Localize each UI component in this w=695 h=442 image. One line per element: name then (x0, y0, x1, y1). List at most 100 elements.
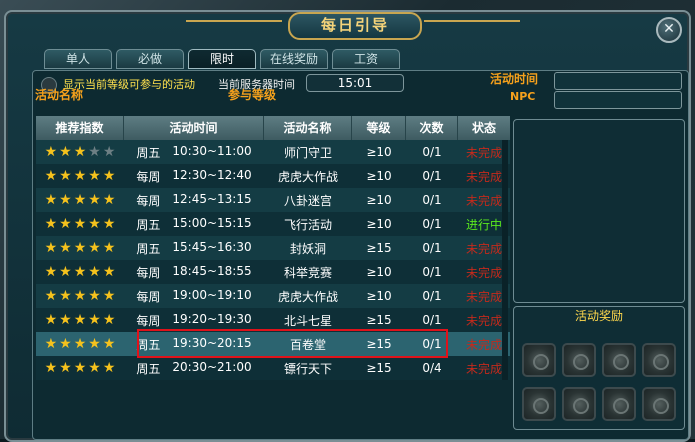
star-icon: ★ (102, 360, 116, 376)
reward-slot[interactable] (642, 387, 676, 421)
reward-slot[interactable] (562, 343, 596, 377)
close-button[interactable]: ✕ (656, 17, 682, 43)
activity-name-cell: 科举竞赛 (283, 265, 332, 280)
level-cell: ≥15 (366, 337, 392, 351)
activity-name-cell: 封妖洞 (289, 241, 326, 256)
time-range-text: 18:45~18:55 (172, 263, 252, 278)
count-cell: 0/1 (422, 289, 442, 303)
recommend-stars: ★ ★ ★ ★ ★ (36, 337, 124, 351)
star-icon: ★ (88, 288, 101, 304)
reward-slot[interactable] (562, 387, 596, 421)
tab-solo[interactable]: 单人 (44, 49, 112, 69)
star-icon: ★ (88, 192, 101, 208)
star-icon: ★ (44, 192, 58, 208)
recommend-stars: ★ ★ ★ ★ ★ (36, 145, 124, 159)
table-row[interactable]: ★ ★ ★ ★ ★ 每周 19:20~19:30 北斗七星 ≥15 0/1 未完成 (36, 308, 510, 332)
tab-limited-time[interactable]: 限时 (188, 49, 256, 69)
title-ornament-left (186, 20, 282, 22)
recommend-stars: ★ ★ ★ ★ ★ (36, 193, 124, 207)
tab-salary[interactable]: 工资 (332, 49, 400, 69)
window-title: 每日引导 (288, 12, 422, 40)
time-cell: 每周 12:45~13:15 (124, 192, 264, 209)
star-icon: ★ (73, 240, 87, 256)
tab-online-rewards[interactable]: 在线奖励 (260, 49, 328, 69)
col-level[interactable]: 等级 (352, 116, 406, 140)
level-cell: ≥10 (366, 289, 392, 303)
day-text: 周五 (136, 217, 161, 232)
reward-title: 活动奖励 (574, 309, 623, 323)
activity-name-cell: 虎虎大作战 (277, 169, 338, 184)
title-ornament-right (424, 20, 520, 22)
tab-required[interactable]: 必做 (116, 49, 184, 69)
star-icon: ★ (102, 192, 116, 208)
table-row[interactable]: ★ ★ ★ ★ ★ 周五 20:30~21:00 镖行天下 ≥15 0/4 未完成 (36, 356, 510, 380)
time-cell: 每周 19:20~19:30 (124, 312, 264, 329)
time-cell: 周五 10:30~11:00 (124, 144, 264, 161)
star-icon: ★ (88, 168, 101, 184)
level-cell: ≥10 (366, 217, 392, 231)
star-icon: ★ (44, 264, 58, 280)
table-row[interactable]: ★ ★ ★ ★ ★ 每周 12:45~13:15 八卦迷宫 ≥10 0/1 未完成 (36, 188, 510, 212)
day-text: 每周 (136, 289, 161, 304)
tab-bar: 单人 必做 限时 在线奖励 工资 (44, 49, 400, 69)
table-header: 推荐指数 活动时间 活动名称 等级 次数 状态 (36, 116, 510, 140)
table-row[interactable]: ★ ★ ★ ★ ★ 每周 18:45~18:55 科举竞赛 ≥10 0/1 未完成 (36, 260, 510, 284)
activity-name-cell: 虎虎大作战 (277, 289, 338, 304)
star-icon: ★ (88, 360, 101, 376)
reward-panel: 活动奖励 (513, 306, 685, 430)
table-row[interactable]: ★ ★ ★ ★ ★ 每周 19:00~19:10 虎虎大作战 ≥10 0/1 未完成 (36, 284, 510, 308)
table-row[interactable]: ★ ★ ★ ★ ★ 周五 10:30~11:00 师门守卫 ≥10 0/1 未完成 (36, 140, 510, 164)
table-row[interactable]: ★ ★ ★ ★ ★ 周五 15:00~15:15 飞行活动 ≥10 0/1 进行中 (36, 212, 510, 236)
level-cell: ≥10 (366, 193, 392, 207)
reward-slot[interactable] (642, 343, 676, 377)
count-cell: 0/1 (422, 217, 442, 231)
day-text: 每周 (136, 193, 161, 208)
npc-label: NPC (510, 90, 536, 103)
recommend-stars: ★ ★ ★ ★ ★ (36, 289, 124, 303)
table-row[interactable]: ★ ★ ★ ★ ★ 周五 15:45~16:30 封妖洞 ≥15 0/1 未完成 (36, 236, 510, 260)
table-row[interactable]: ★ ★ ★ ★ ★ 周五 19:30~20:15 百卷堂 ≥15 0/1 未完成 (36, 332, 510, 356)
star-icon: ★ (59, 240, 72, 256)
reward-slot[interactable] (602, 343, 636, 377)
time-cell: 每周 18:45~18:55 (124, 264, 264, 281)
day-text: 周五 (136, 145, 161, 160)
star-icon: ★ (73, 288, 87, 304)
day-text: 每周 (136, 169, 161, 184)
star-icon: ★ (73, 216, 87, 232)
time-range-text: 12:45~13:15 (172, 191, 252, 206)
server-time-value: 15:01 (306, 74, 404, 92)
star-icon: ★ (44, 360, 58, 376)
star-icon: ★ (44, 168, 58, 184)
recommend-stars: ★ ★ ★ ★ ★ (36, 169, 124, 183)
star-icon: ★ (44, 144, 58, 160)
star-icon: ★ (44, 336, 58, 352)
time-range-text: 19:00~19:10 (172, 287, 252, 302)
col-recommend[interactable]: 推荐指数 (36, 116, 124, 140)
col-count[interactable]: 次数 (406, 116, 458, 140)
reward-slot[interactable] (522, 387, 556, 421)
col-time[interactable]: 活动时间 (124, 116, 264, 140)
reward-slot[interactable] (602, 387, 636, 421)
activity-name-label: 活动名称 (35, 88, 84, 102)
star-icon: ★ (59, 336, 72, 352)
day-text: 周五 (136, 241, 161, 256)
time-range-text: 12:30~12:40 (172, 167, 252, 182)
table-row[interactable]: ★ ★ ★ ★ ★ 每周 12:30~12:40 虎虎大作战 ≥10 0/1 未完成 (36, 164, 510, 188)
count-cell: 0/1 (422, 313, 442, 327)
table-body: ★ ★ ★ ★ ★ 周五 10:30~11:00 师门守卫 ≥10 0/1 未完成 ★ ★ ★ ★ ★ 每周 12… (36, 140, 510, 380)
col-name[interactable]: 活动名称 (264, 116, 352, 140)
time-range-text: 19:20~19:30 (172, 311, 252, 326)
count-cell: 0/4 (422, 361, 442, 375)
star-icon: ★ (102, 144, 116, 160)
star-icon: ★ (73, 360, 87, 376)
table-scrollbar[interactable] (502, 140, 508, 380)
col-status[interactable]: 状态 (458, 116, 510, 140)
star-icon: ★ (73, 144, 87, 160)
activity-name-cell: 师门守卫 (283, 145, 332, 160)
star-icon: ★ (88, 144, 101, 160)
reward-slot[interactable] (522, 343, 556, 377)
star-icon: ★ (73, 312, 87, 328)
activity-name-cell: 镖行天下 (283, 361, 332, 376)
time-range-text: 20:30~21:00 (172, 359, 252, 374)
daily-guide-window: 每日引导 ✕ 单人 必做 限时 在线奖励 工资 显示当前等级可参与的活动 当前服… (4, 10, 691, 442)
